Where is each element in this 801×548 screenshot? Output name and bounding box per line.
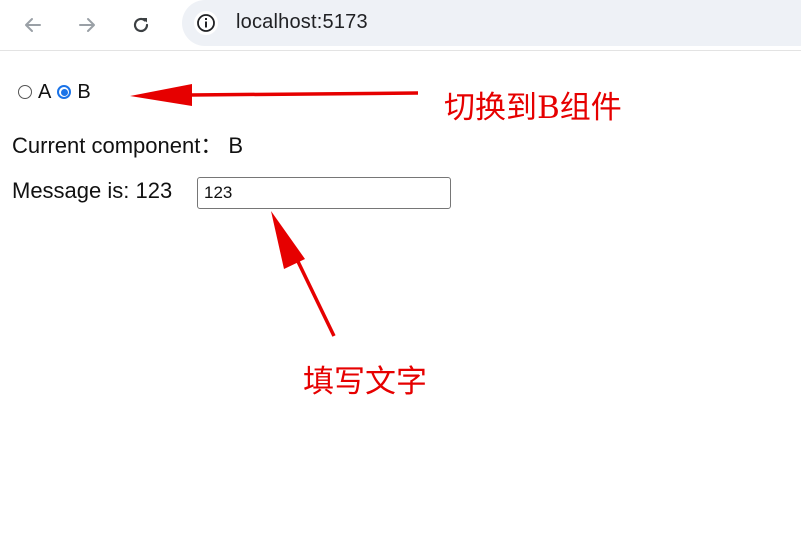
annotation-switch-to-b: 切换到B组件 [444, 90, 622, 126]
annotation-fill-text: 填写文字 [303, 364, 427, 400]
arrow-to-radio-b-head [130, 84, 192, 106]
arrow-to-radio-b [189, 91, 419, 97]
annotation-arrows [130, 84, 419, 337]
arrow-to-input-head [271, 211, 305, 269]
